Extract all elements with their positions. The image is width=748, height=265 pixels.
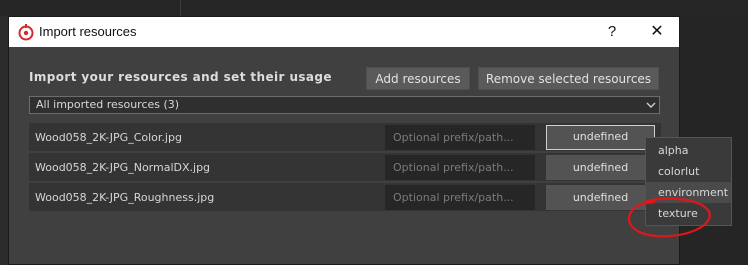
prefix-path-input[interactable] [385, 155, 535, 180]
close-button[interactable]: ✕ [645, 21, 669, 43]
resource-name: Wood058_2K-JPG_Roughness.jpg [35, 191, 215, 204]
dialog-title: Import resources [39, 24, 137, 39]
resource-filter-value: All imported resources (3) [36, 98, 180, 111]
resource-row[interactable]: Wood058_2K-JPG_Roughness.jpg undefined [29, 183, 661, 211]
help-button[interactable]: ? [600, 21, 624, 43]
usage-option-colorlut[interactable]: colorlut [646, 161, 731, 182]
substance-logo-icon [18, 24, 34, 41]
dialog-titlebar: Import resources ? ✕ [9, 17, 679, 47]
prefix-path-input[interactable] [385, 185, 535, 210]
usage-option-alpha[interactable]: alpha [646, 140, 731, 161]
chevron-down-icon [646, 102, 656, 108]
resource-name: Wood058_2K-JPG_Color.jpg [35, 131, 182, 144]
resource-name: Wood058_2K-JPG_NormalDX.jpg [35, 161, 211, 174]
add-resources-button[interactable]: Add resources [366, 67, 470, 90]
background-panel-left [0, 16, 8, 265]
resource-row[interactable]: Wood058_2K-JPG_NormalDX.jpg undefined [29, 153, 661, 181]
remove-selected-resources-button[interactable]: Remove selected resources [478, 67, 659, 90]
prefix-path-input[interactable] [385, 125, 535, 150]
background-app-bar [0, 0, 748, 16]
usage-dropdown-button[interactable]: undefined [546, 155, 655, 180]
usage-dropdown-button[interactable]: undefined [546, 125, 655, 150]
import-resources-dialog: Import resources ? ✕ Import your resourc… [8, 16, 680, 265]
background-divider [180, 0, 181, 16]
resource-row[interactable]: Wood058_2K-JPG_Color.jpg undefined [29, 123, 661, 151]
resource-filter-select[interactable]: All imported resources (3) [29, 96, 660, 114]
red-circle-annotation [627, 197, 711, 238]
dialog-heading: Import your resources and set their usag… [29, 70, 332, 84]
